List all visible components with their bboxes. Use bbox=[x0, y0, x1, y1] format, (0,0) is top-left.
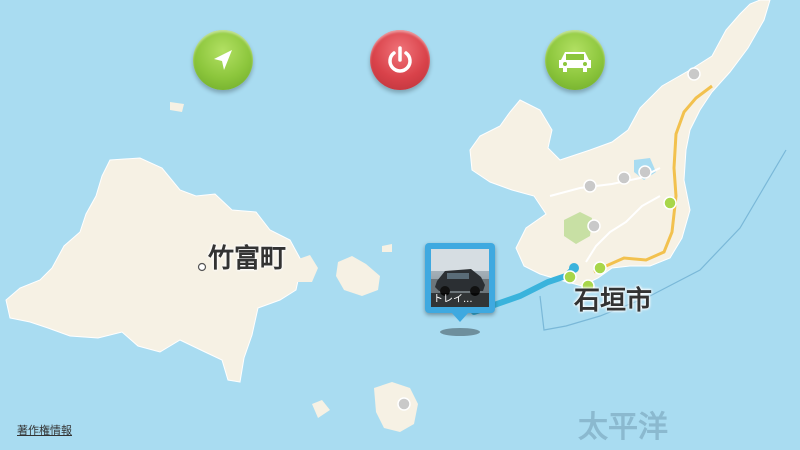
poi-marker bbox=[617, 171, 631, 185]
car-icon bbox=[559, 52, 591, 72]
poi-marker bbox=[687, 67, 701, 81]
ishigaki-label: 石垣市 bbox=[574, 286, 653, 316]
poi-marker bbox=[587, 219, 601, 233]
photo-pin-shadow bbox=[440, 328, 480, 336]
poi-marker bbox=[397, 397, 411, 411]
poi-marker bbox=[583, 179, 597, 193]
pacific-ocean-label: 太平洋 bbox=[578, 410, 668, 445]
town-marker bbox=[197, 262, 207, 272]
kuroshima-island bbox=[336, 256, 380, 296]
waypoint-marker bbox=[663, 196, 677, 210]
poi-marker bbox=[638, 165, 652, 179]
small-island bbox=[170, 102, 184, 112]
photo-pin[interactable]: トレイ... bbox=[425, 243, 495, 313]
copyright-link[interactable]: 著作権情報 bbox=[17, 422, 72, 438]
hatoma-island bbox=[374, 382, 418, 432]
photo-pin-pointer bbox=[451, 312, 469, 322]
map-view[interactable]: 竹富町 石垣市 太平洋 トレイ... 著作権情報 bbox=[0, 0, 800, 450]
taketomi-small-island bbox=[312, 400, 330, 418]
power-icon bbox=[388, 46, 412, 73]
photo-thumbnail[interactable]: トレイ... bbox=[431, 249, 489, 307]
taketomi-label: 竹富町 bbox=[208, 244, 287, 274]
small-island-2 bbox=[382, 244, 392, 252]
waypoint-marker bbox=[593, 261, 607, 275]
power-button[interactable] bbox=[370, 30, 430, 90]
photo-caption: トレイ... bbox=[431, 293, 489, 307]
car-button[interactable] bbox=[545, 30, 605, 90]
locate-button[interactable] bbox=[193, 30, 253, 90]
navigation-arrow-icon bbox=[214, 50, 232, 70]
